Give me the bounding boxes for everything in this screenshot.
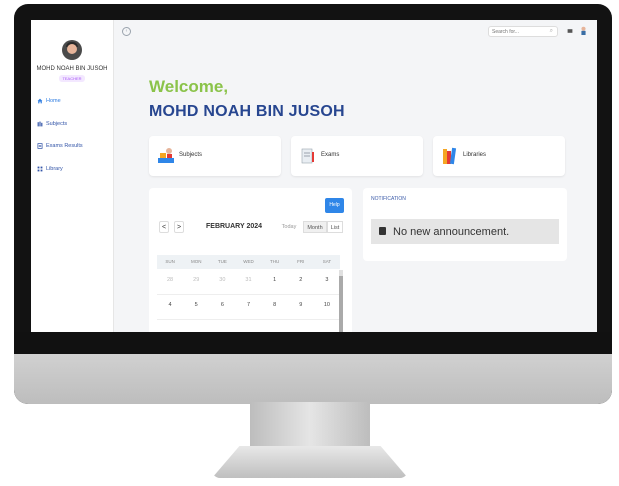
topbar: ‹ ⌕ (114, 20, 597, 42)
today-button[interactable]: Today (279, 221, 299, 233)
welcome-heading: Welcome, (149, 77, 229, 96)
sidebar-item-library[interactable]: Library (31, 164, 113, 174)
prev-month-button[interactable]: < (159, 221, 169, 233)
card-label: Libraries (463, 152, 487, 158)
next-month-button[interactable]: > (174, 221, 184, 233)
calendar-day[interactable]: 30 (209, 270, 235, 294)
weekday-label: SAT (322, 259, 332, 264)
card-exams[interactable]: Exams (291, 136, 423, 176)
calendar-day[interactable]: 2 (288, 270, 314, 294)
sidebar-toggle-icon[interactable]: ‹ (122, 27, 131, 36)
app-screen: MOHD NOAH BIN JUSOH TEACHER Home Subject… (31, 20, 597, 332)
calendar-day[interactable]: 10 (314, 295, 340, 319)
subjects-icon (37, 121, 43, 126)
sidebar-nav: Home Subjects Exams Results Library (31, 96, 113, 186)
search-box: ⌕ (488, 26, 558, 37)
calendar-day[interactable]: 4 (157, 295, 183, 319)
weekday-label: TUE (217, 259, 227, 264)
calendar-panel: Help < > FEBRUARY 2024 Today Month List … (149, 188, 352, 332)
calendar-day[interactable]: 28 (157, 270, 183, 294)
calendar-day[interactable]: 6 (209, 295, 235, 319)
weekday-label: WED (243, 259, 254, 264)
message-icon[interactable] (567, 28, 573, 34)
weekday-label: FRI (297, 259, 305, 264)
card-label: Subjects (179, 152, 203, 158)
monitor-bezel (14, 332, 612, 354)
search-icon[interactable]: ⌕ (550, 28, 553, 35)
sidebar: MOHD NOAH BIN JUSOH TEACHER Home Subject… (31, 20, 114, 332)
month-view-button[interactable]: Month (303, 221, 327, 233)
card-subjects[interactable]: Subjects (149, 136, 281, 176)
weekday-label: THU (270, 259, 280, 264)
sidebar-item-exam-results[interactable]: Exams Results (31, 141, 113, 151)
sidebar-item-label: Home (46, 98, 61, 104)
calendar-day[interactable]: 7 (235, 295, 261, 319)
search-input[interactable] (489, 27, 547, 36)
scrollbar-thumb[interactable] (339, 276, 343, 332)
card-libraries[interactable]: Libraries (433, 136, 565, 176)
notification-message: No new announcement. (393, 226, 510, 238)
calendar-day[interactable]: 8 (262, 295, 288, 319)
books-illustration-icon (443, 147, 457, 165)
calendar-week: 4 5 6 7 8 9 10 (157, 295, 340, 320)
note-icon (379, 227, 386, 235)
calendar-day[interactable]: 1 (262, 270, 288, 294)
calendar-day[interactable]: 3 (314, 270, 340, 294)
user-role-badge: TEACHER (59, 75, 85, 82)
exams-illustration-icon (301, 148, 314, 164)
sidebar-item-label: Subjects (46, 120, 68, 127)
calendar-title: FEBRUARY 2024 (206, 223, 263, 230)
list-view-button[interactable]: List (327, 221, 343, 233)
subjects-illustration-icon (158, 148, 174, 163)
sidebar-item-label: Library (46, 165, 63, 172)
sidebar-item-subjects[interactable]: Subjects (31, 119, 113, 129)
user-name: MOHD NOAH BIN JUSOH (36, 66, 108, 72)
library-icon (37, 166, 43, 171)
weekday-label: SUN (165, 259, 175, 264)
calendar-day[interactable]: 31 (235, 270, 261, 294)
calendar-week: 28 29 30 31 1 2 3 (157, 270, 340, 295)
monitor-base (212, 446, 408, 478)
notification-title: NOTIFICATION (371, 196, 406, 202)
calendar-day[interactable]: 5 (183, 295, 209, 319)
notification-message-box: No new announcement. (371, 219, 559, 244)
user-avatar-icon[interactable] (580, 26, 587, 35)
sidebar-item-label: Exams Results (46, 143, 83, 149)
avatar (62, 40, 82, 60)
help-button[interactable]: Help (325, 198, 344, 213)
calendar-toolbar: < > FEBRUARY 2024 Today Month List (157, 220, 347, 234)
notification-panel: NOTIFICATION No new announcement. (363, 188, 567, 261)
exam-results-icon (37, 143, 43, 149)
weekday-label: MON (190, 259, 202, 264)
calendar-day[interactable]: 29 (183, 270, 209, 294)
calendar-scrollbar[interactable] (339, 270, 343, 332)
monitor-stand (250, 402, 370, 452)
card-label: Exams (321, 152, 340, 158)
sidebar-item-home[interactable]: Home (31, 96, 113, 106)
user-fullname-heading: MOHD NOAH BIN JUSOH (149, 103, 345, 120)
calendar-day[interactable]: 9 (288, 295, 314, 319)
weekday-header: SUN MON TUE WED THU FRI SAT (157, 255, 340, 269)
home-icon (37, 98, 43, 104)
